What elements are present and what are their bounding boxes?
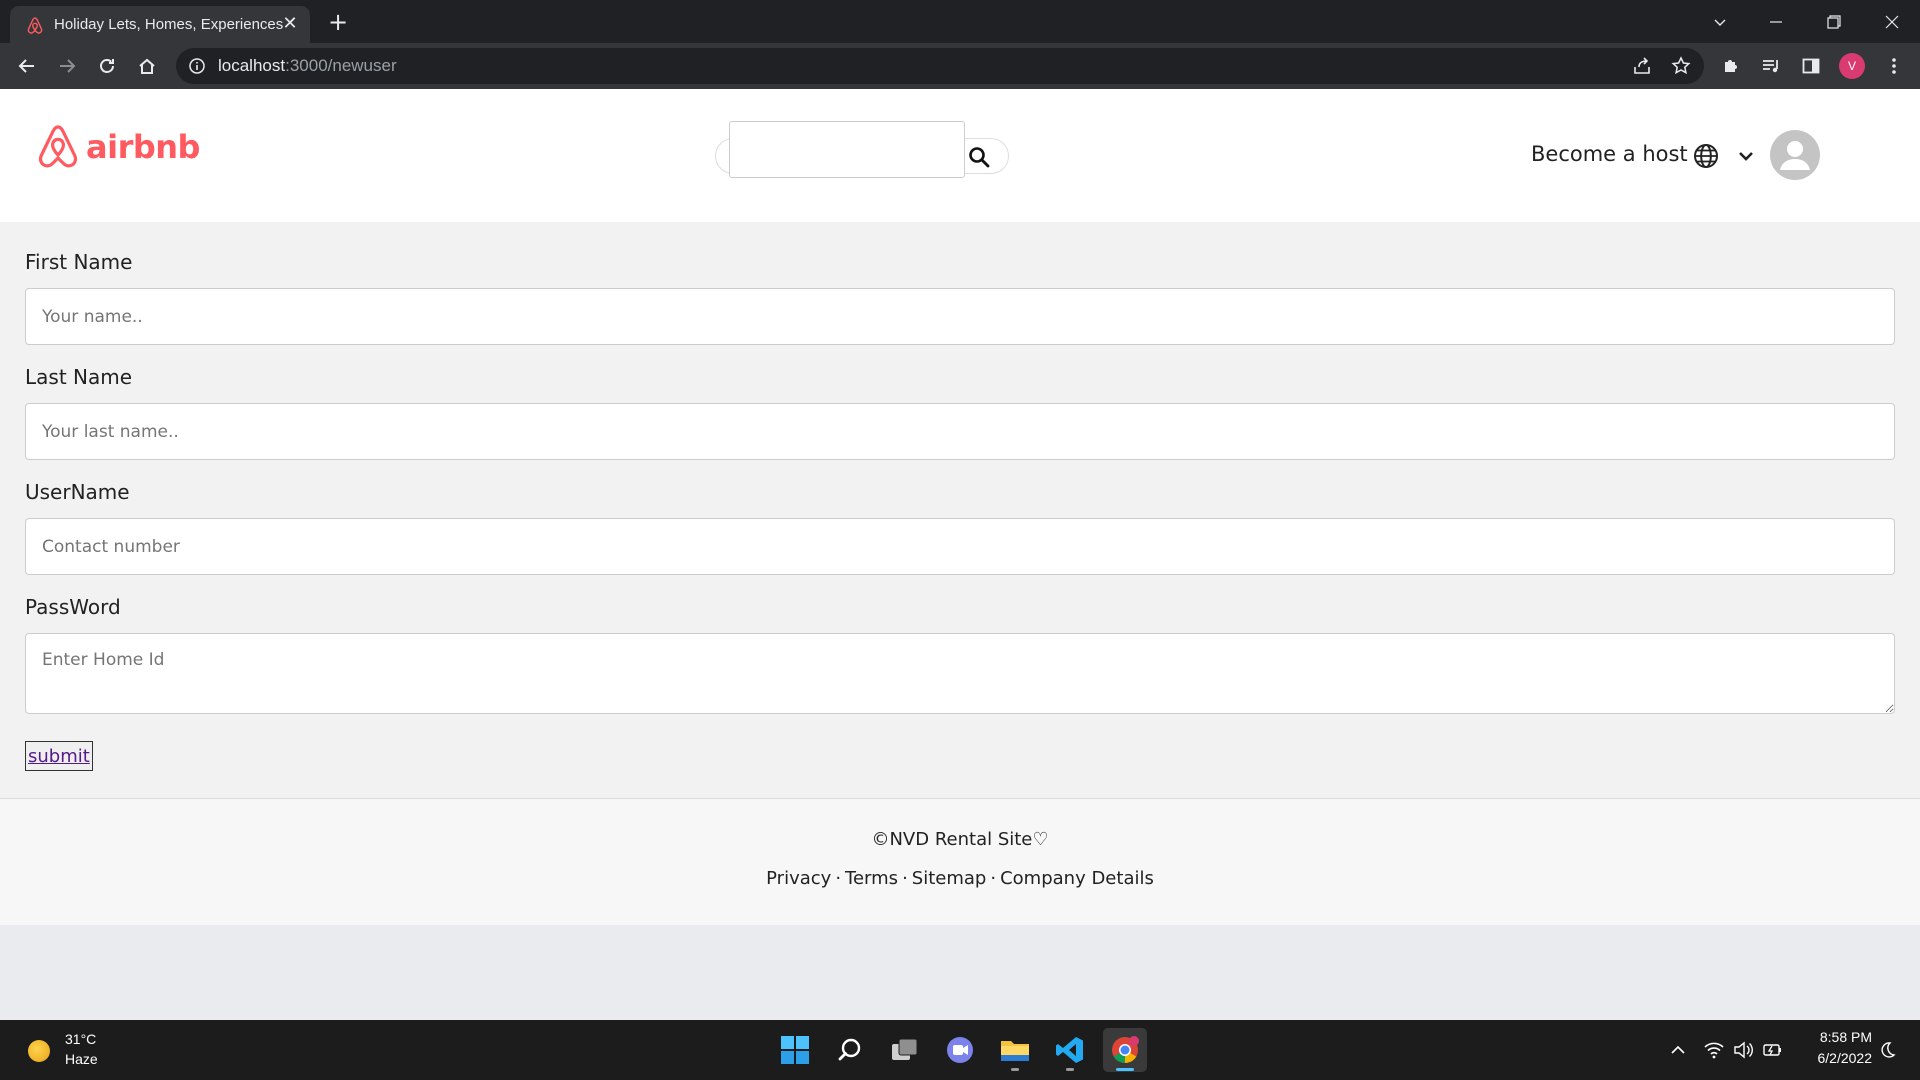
site-info-icon[interactable] xyxy=(188,57,206,75)
last-name-label: Last Name xyxy=(25,365,133,389)
profile-avatar[interactable]: V xyxy=(1839,53,1865,79)
running-indicator xyxy=(1011,1068,1019,1071)
tab-search-chevron-icon[interactable] xyxy=(1692,0,1748,43)
tab-title: Holiday Lets, Homes, Experiences & Place… xyxy=(54,16,284,33)
become-a-host-link[interactable]: Become a host xyxy=(1531,142,1688,166)
footer-link-sitemap[interactable]: Sitemap xyxy=(912,868,987,889)
close-window-button[interactable] xyxy=(1864,0,1920,43)
search-icon[interactable] xyxy=(828,1028,872,1072)
logo-text: airbnb xyxy=(86,128,200,166)
username-label: UserName xyxy=(25,480,130,504)
password-label: PassWord xyxy=(25,595,121,619)
teams-chat-icon[interactable] xyxy=(938,1028,982,1072)
url-path: :3000/newuser xyxy=(285,56,397,75)
address-bar[interactable]: localhost:3000/newuser xyxy=(176,48,1704,84)
restore-button[interactable] xyxy=(1806,0,1862,43)
browser-menu-icon[interactable] xyxy=(1882,54,1906,78)
vscode-icon[interactable] xyxy=(1048,1028,1092,1072)
password-field[interactable] xyxy=(25,633,1895,714)
home-icon[interactable] xyxy=(133,52,161,80)
extensions-puzzle-icon[interactable] xyxy=(1719,54,1743,78)
battery-icon[interactable] xyxy=(1762,1039,1784,1061)
url-text: localhost:3000/newuser xyxy=(218,56,397,76)
airbnb-favicon-icon xyxy=(25,16,45,36)
site-header: airbnb Become a host xyxy=(0,89,1920,222)
search-icon[interactable] xyxy=(963,141,995,173)
task-view-icon[interactable] xyxy=(883,1028,927,1072)
first-name-label: First Name xyxy=(25,250,133,274)
start-icon[interactable] xyxy=(773,1028,817,1072)
forward-arrow-icon[interactable] xyxy=(53,52,81,80)
active-indicator xyxy=(1116,1068,1134,1071)
site-footer: ©NVD Rental Site♡ Privacy · Terms · Sitemap ·… xyxy=(0,798,1920,925)
footer-link-company-details[interactable]: Company Details xyxy=(1000,868,1154,889)
tab-close-icon[interactable]: ✕ xyxy=(280,14,300,34)
side-panel-icon[interactable] xyxy=(1799,54,1823,78)
clock-time[interactable]: 8:58 PM xyxy=(1802,1029,1872,1045)
focus-assist-moon-icon[interactable] xyxy=(1876,1039,1898,1061)
volume-icon[interactable] xyxy=(1732,1039,1754,1061)
chevron-down-icon[interactable] xyxy=(1734,144,1758,168)
airbnb-belo-icon xyxy=(38,125,78,168)
first-name-field[interactable] xyxy=(25,288,1895,345)
username-field[interactable] xyxy=(25,518,1895,575)
submit-button[interactable]: submit xyxy=(25,741,93,771)
url-host: localhost xyxy=(218,56,286,75)
browser-tab-strip: Holiday Lets, Homes, Experiences & Place… xyxy=(0,0,1920,43)
reload-icon[interactable] xyxy=(93,52,121,80)
web-page: airbnb Become a host First Name Last Nam… xyxy=(0,89,1920,1020)
user-avatar-icon[interactable] xyxy=(1770,130,1820,180)
clock-date[interactable]: 6/2/2022 xyxy=(1792,1050,1873,1066)
weather-temperature: 31°C xyxy=(65,1031,97,1047)
share-icon[interactable] xyxy=(1631,55,1653,77)
footer-links: Privacy · Terms · Sitemap · Company Details xyxy=(0,868,1920,889)
minimize-button[interactable] xyxy=(1748,0,1804,43)
back-arrow-icon[interactable] xyxy=(13,52,41,80)
file-explorer-icon[interactable] xyxy=(993,1028,1037,1072)
show-hidden-icons-chevron-icon[interactable] xyxy=(1667,1039,1689,1061)
footer-link-privacy[interactable]: Privacy xyxy=(766,868,831,889)
weather-condition: Haze xyxy=(65,1051,98,1067)
last-name-field[interactable] xyxy=(25,403,1895,460)
globe-icon[interactable] xyxy=(1692,142,1720,170)
media-queue-icon[interactable] xyxy=(1759,54,1783,78)
footer-copyright: ©NVD Rental Site♡ xyxy=(871,829,1049,850)
airbnb-logo[interactable]: airbnb xyxy=(36,124,200,170)
weather-widget[interactable]: 31°C Haze xyxy=(28,1030,148,1070)
new-tab-button[interactable]: + xyxy=(324,8,352,36)
footer-link-terms[interactable]: Terms xyxy=(845,868,898,889)
chrome-icon[interactable] xyxy=(1103,1028,1147,1072)
wifi-icon[interactable] xyxy=(1703,1039,1725,1061)
running-indicator xyxy=(1066,1068,1074,1071)
bookmark-star-icon[interactable] xyxy=(1670,55,1692,77)
footer-separator: · xyxy=(835,868,842,889)
footer-separator: · xyxy=(902,868,908,889)
weather-sun-icon xyxy=(28,1040,50,1062)
footer-separator: · xyxy=(990,868,997,889)
new-user-form: First Name Last Name UserName PassWord s… xyxy=(0,222,1920,798)
browser-tab[interactable]: Holiday Lets, Homes, Experiences & Place… xyxy=(10,6,310,43)
windows-taskbar: 31°C Haze 8:58 PM 6/2/2022 xyxy=(0,1020,1920,1080)
browser-toolbar: localhost:3000/newuser V xyxy=(0,43,1920,89)
search-input[interactable] xyxy=(729,121,965,178)
